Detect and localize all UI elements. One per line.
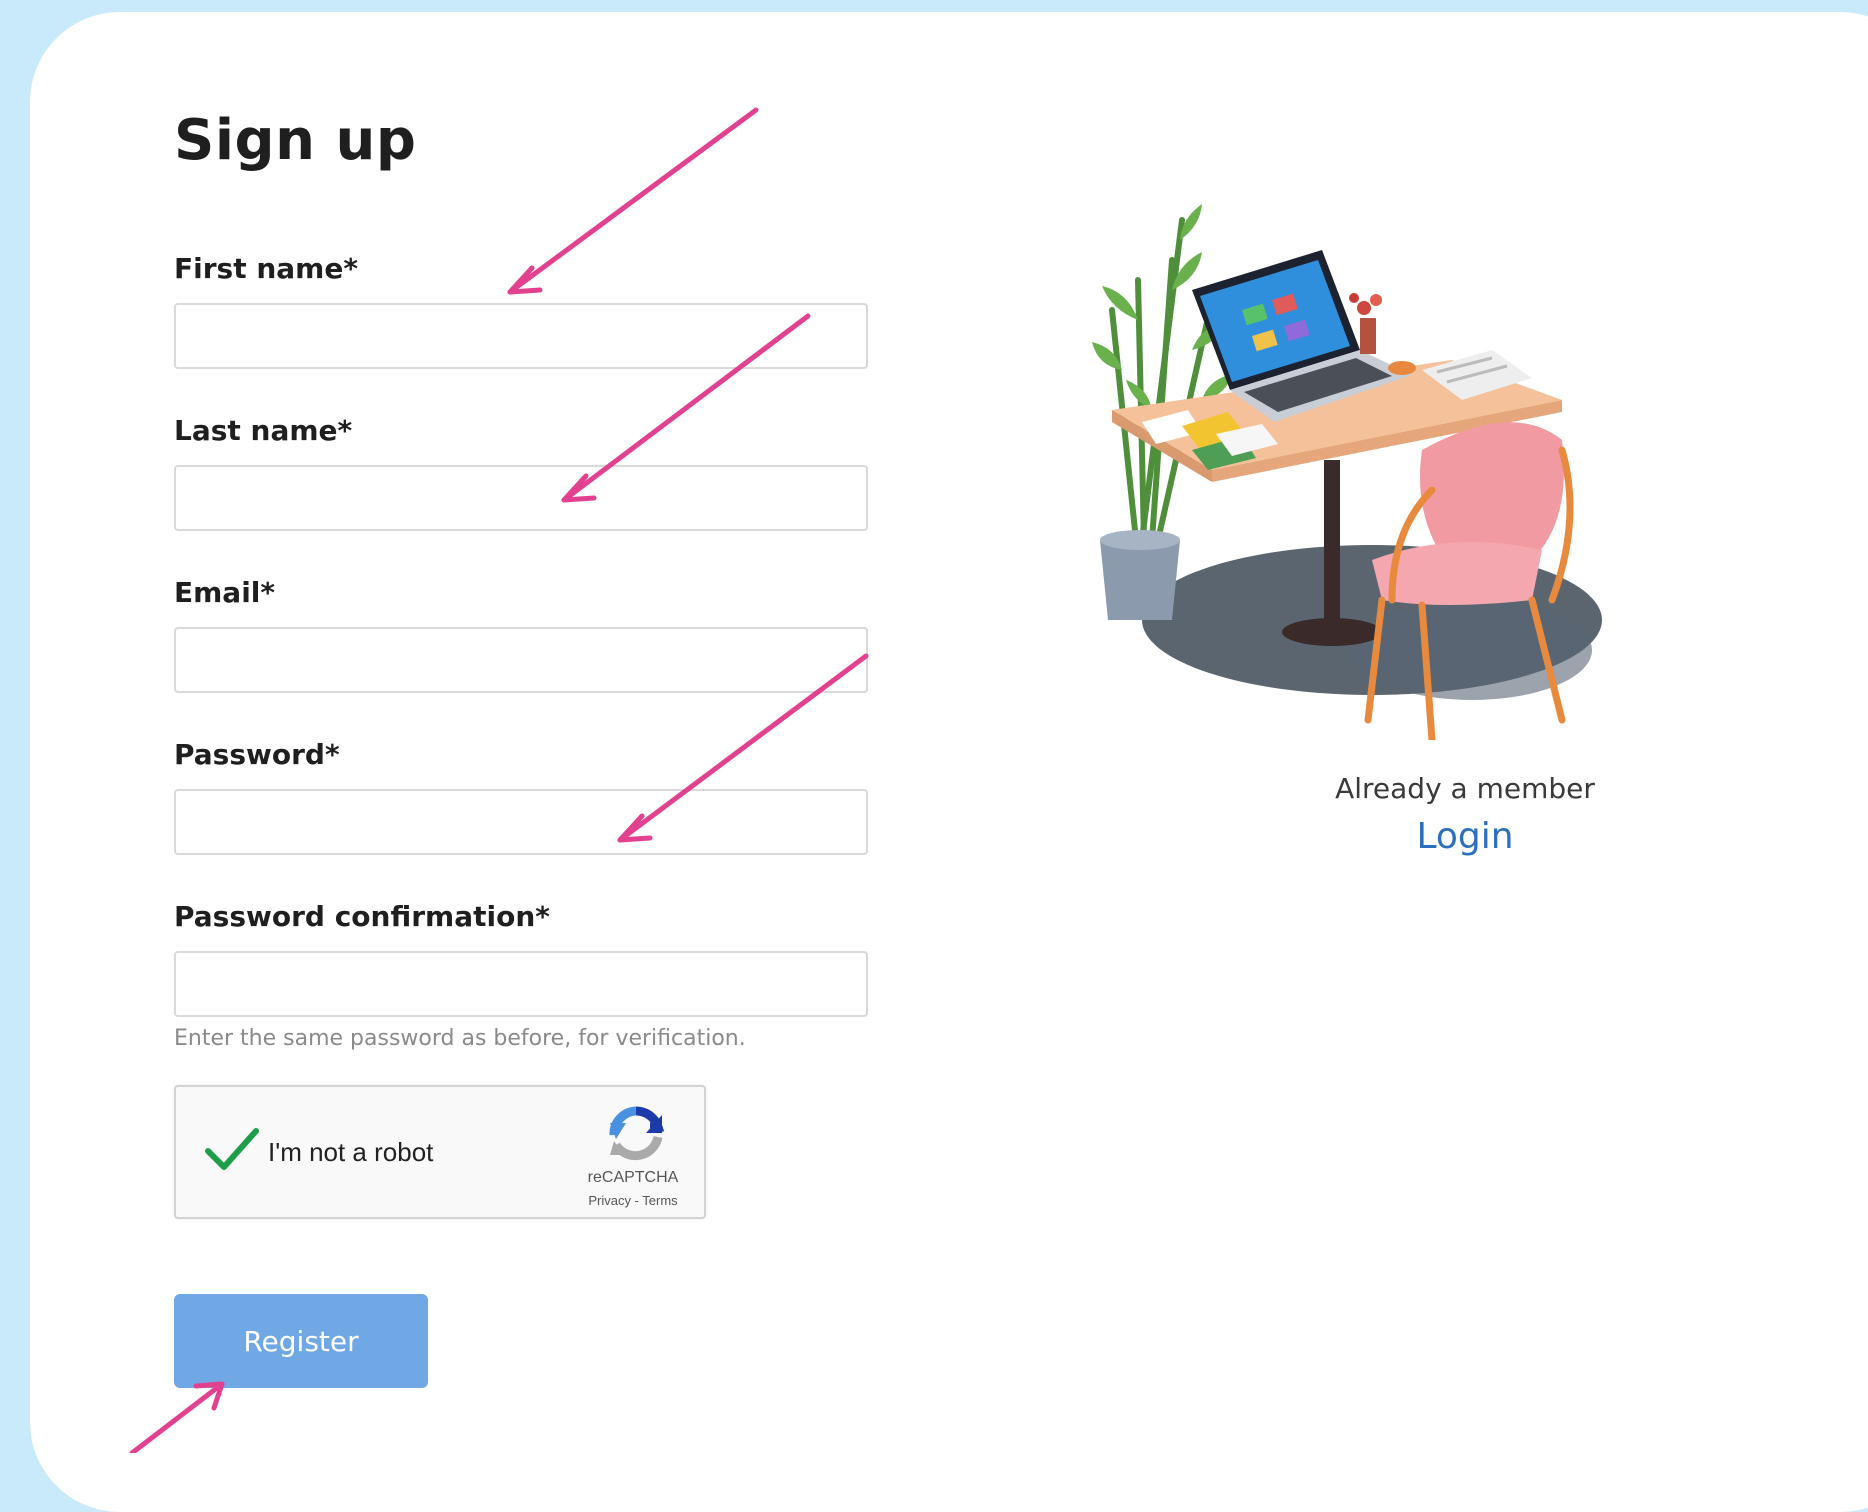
password-label: Password* xyxy=(174,738,340,771)
recaptcha-brand-text: reCAPTCHA xyxy=(587,1169,679,1186)
last-name-input[interactable] xyxy=(174,465,868,531)
recaptcha-logo-icon xyxy=(606,1105,666,1163)
password-confirmation-label: Password confirmation* xyxy=(174,900,550,933)
recaptcha-widget: I'm not a robot reCAPTCHA Privacy - Term… xyxy=(174,1085,706,1219)
checkmark-icon xyxy=(205,1128,259,1170)
first-name-label: First name* xyxy=(174,252,358,285)
login-link[interactable]: Login xyxy=(1265,816,1665,857)
desk-illustration-image xyxy=(1092,200,1612,744)
recaptcha-label: I'm not a robot xyxy=(268,1137,434,1167)
first-name-input[interactable] xyxy=(174,303,868,369)
password-confirmation-input[interactable] xyxy=(174,951,868,1017)
last-name-label: Last name* xyxy=(174,414,353,447)
password-confirmation-help: Enter the same password as before, for v… xyxy=(174,1026,746,1051)
already-member-text: Already a member xyxy=(1335,772,1595,805)
recaptcha-checkbox[interactable] xyxy=(204,1125,260,1173)
email-label: Email* xyxy=(174,576,276,609)
page-title: Sign up xyxy=(174,108,417,173)
email-input[interactable] xyxy=(174,627,868,693)
password-input[interactable] xyxy=(174,789,868,855)
recaptcha-privacy-terms-links[interactable]: Privacy - Terms xyxy=(568,1193,698,1208)
register-button[interactable]: Register xyxy=(174,1294,428,1388)
